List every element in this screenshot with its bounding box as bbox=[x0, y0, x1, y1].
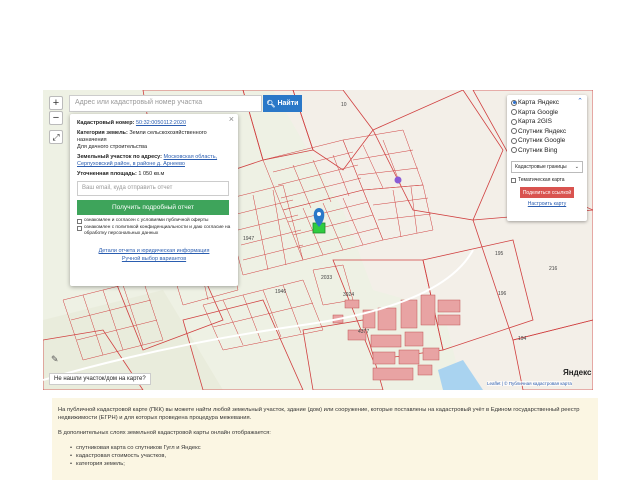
yandex-logo: Яндекс bbox=[563, 368, 592, 377]
area-value: 1 050 кв.м bbox=[138, 171, 165, 177]
checkbox-icon[interactable] bbox=[77, 225, 82, 231]
plot-label: 196 bbox=[498, 291, 507, 297]
zoom-in-button[interactable]: + bbox=[49, 96, 63, 110]
plot-label: 1946 bbox=[275, 289, 286, 295]
chevron-down-icon: ⌄ bbox=[574, 164, 579, 170]
offer-checkbox[interactable]: ознакомлен и согласен с условиями публич… bbox=[77, 218, 231, 224]
thematic-map-checkbox[interactable]: Тематическая карта bbox=[511, 177, 583, 183]
cadastral-number-label: Кадастровый номер: bbox=[77, 120, 135, 126]
radio-icon[interactable] bbox=[511, 99, 517, 106]
privacy-checkbox[interactable]: ознакомлен с политикой конфиденциальност… bbox=[77, 225, 231, 237]
address-label: Земельный участок по адресу: bbox=[77, 154, 162, 160]
list-item: спутниковая карта со спутников Гугл и Ян… bbox=[70, 444, 592, 452]
layer-option-label: Карта Google bbox=[518, 108, 559, 116]
usage-value: Для дачного строительства bbox=[77, 144, 148, 150]
not-found-button[interactable]: Не нашли участок/дом на карте? bbox=[49, 373, 151, 385]
cadastral-map[interactable]: 10 195 196 216 194 3924 4377 1947 2033 1… bbox=[43, 90, 593, 390]
share-link-button[interactable]: Поделиться ссылкой bbox=[520, 187, 574, 198]
layer-option-label: Спутник Яндекс bbox=[518, 127, 567, 135]
radio-icon[interactable] bbox=[511, 137, 517, 144]
plot-label: 216 bbox=[549, 266, 558, 272]
bounds-select-value: Кадастровые границы bbox=[515, 164, 567, 170]
offer-checkbox-label: ознакомлен и согласен с условиями публич… bbox=[84, 218, 209, 223]
layer-option-bing-satellite[interactable]: Спутник Bing bbox=[511, 146, 583, 156]
chevron-up-icon[interactable]: ⌃ bbox=[577, 97, 583, 105]
layer-option-label: Карта 2GIS bbox=[518, 118, 553, 125]
report-details-link[interactable]: Детали отчета и юридическая информация bbox=[77, 247, 231, 255]
manual-choice-link[interactable]: Ручной выбор вариантов bbox=[77, 255, 231, 263]
layer-switcher: ⌃ Карта Яндекс Карта Google Карта 2GIS С… bbox=[507, 95, 587, 221]
search-icon: 🔍︎ bbox=[266, 100, 276, 108]
plot-label: 194 bbox=[518, 336, 527, 342]
checkbox-icon[interactable] bbox=[511, 177, 516, 183]
layer-option-label: Спутник Bing bbox=[518, 146, 558, 154]
layer-option-2gis-map[interactable]: Карта 2GIS bbox=[511, 117, 583, 127]
layer-option-google-satellite[interactable]: Спутник Google bbox=[511, 136, 583, 146]
radio-icon[interactable] bbox=[511, 147, 517, 154]
area-label: Уточненная площадь: bbox=[77, 171, 137, 177]
radio-icon[interactable] bbox=[511, 128, 517, 135]
pencil-icon[interactable]: ✎ bbox=[51, 354, 59, 365]
plot-label: 195 bbox=[495, 251, 504, 257]
layer-option-yandex-satellite[interactable]: Спутник Яндекс bbox=[511, 127, 583, 137]
layer-option-yandex-map[interactable]: Карта Яндекс bbox=[511, 98, 583, 108]
cadastral-number-link[interactable]: 50:32:0050112:2020 bbox=[136, 120, 186, 126]
map-attribution[interactable]: Leaflet | © Публичная кадастровая карта bbox=[487, 381, 572, 386]
layer-option-label: Карта Яндекс bbox=[518, 99, 560, 106]
plot-label: 2033 bbox=[321, 275, 332, 281]
category-label: Категория земель: bbox=[77, 130, 128, 136]
expand-icon[interactable]: ⤢ bbox=[49, 130, 63, 144]
description-paragraph: В дополнительных слоях земельной кадастр… bbox=[58, 430, 271, 436]
search-button-label: Найти bbox=[277, 100, 299, 107]
checkbox-icon[interactable] bbox=[77, 218, 82, 224]
plot-label: 1947 bbox=[243, 236, 254, 242]
get-report-button[interactable]: Получить подробный отчет bbox=[77, 200, 229, 215]
plot-label: 10 bbox=[341, 102, 347, 108]
email-field[interactable]: Ваш email, куда отправить отчет bbox=[77, 181, 229, 196]
privacy-checkbox-label: ознакомлен с политикой конфиденциальност… bbox=[84, 225, 231, 236]
list-item: кадастровая стоимость участков, bbox=[70, 452, 592, 460]
radio-icon[interactable] bbox=[511, 109, 517, 116]
search-button[interactable]: 🔍︎ Найти bbox=[263, 95, 302, 112]
layers-list: спутниковая карта со спутников Гугл и Ян… bbox=[58, 444, 592, 468]
description-section: На публичной кадастровой карте (ПКК) вы … bbox=[52, 398, 598, 480]
search-input[interactable]: Адрес или кадастровый номер участка bbox=[69, 95, 262, 112]
setup-map-link[interactable]: Настроить карту bbox=[511, 201, 583, 207]
plot-label: 4377 bbox=[358, 329, 369, 335]
parcel-info-card: × Кадастровый номер: 50:32:0050112:2020 … bbox=[70, 114, 238, 286]
layer-option-label: Спутник Google bbox=[518, 137, 566, 144]
close-icon[interactable]: × bbox=[229, 115, 234, 124]
thematic-map-label: Тематическая карта bbox=[518, 177, 565, 183]
poi-icon[interactable] bbox=[394, 176, 402, 184]
description-paragraph: На публичной кадастровой карте (ПКК) вы … bbox=[58, 407, 580, 421]
list-item: категория земель; bbox=[70, 460, 592, 468]
zoom-out-button[interactable]: − bbox=[49, 111, 63, 125]
radio-icon[interactable] bbox=[511, 118, 517, 125]
bounds-select[interactable]: Кадастровые границы ⌄ bbox=[511, 161, 583, 173]
plot-label: 3924 bbox=[343, 292, 354, 298]
layer-option-google-map[interactable]: Карта Google bbox=[511, 108, 583, 118]
